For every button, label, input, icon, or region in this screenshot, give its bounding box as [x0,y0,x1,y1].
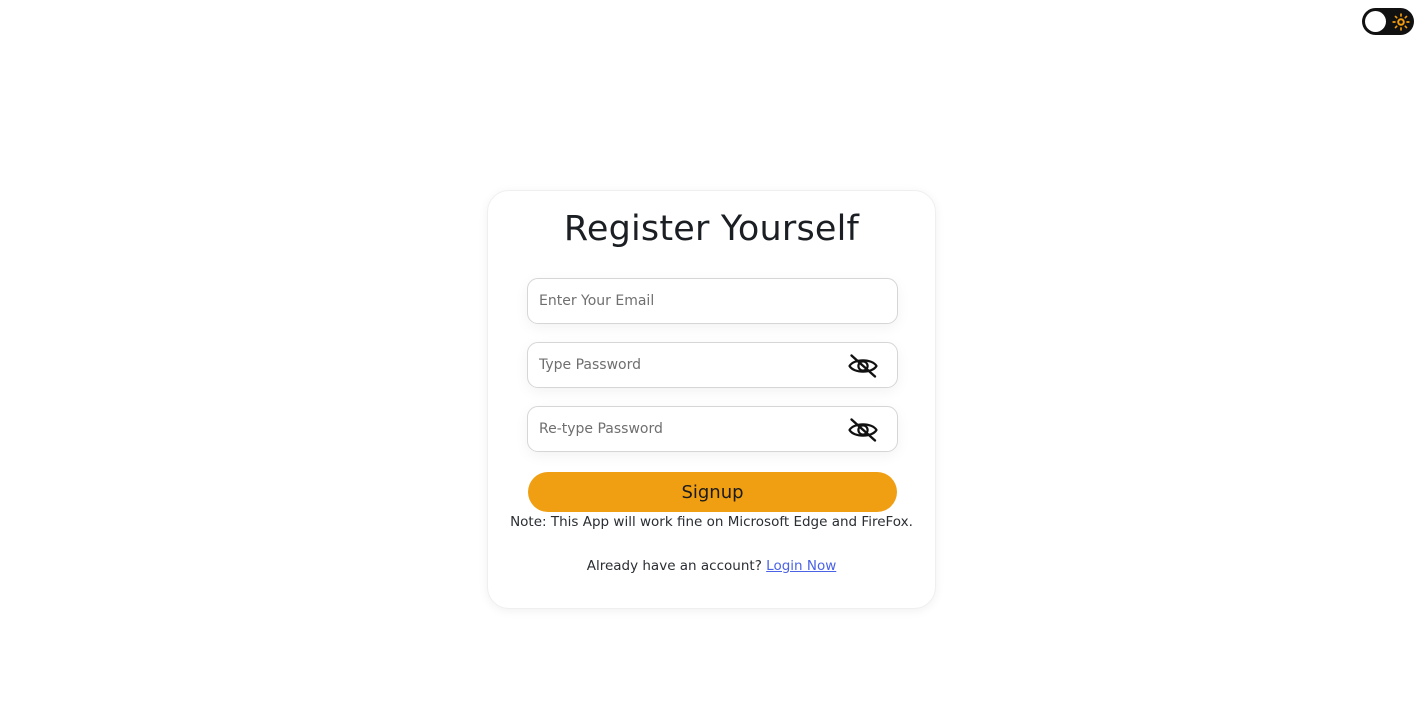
eye-off-icon[interactable] [847,352,879,380]
sun-icon [1390,11,1411,32]
toggle-knob [1365,11,1386,32]
email-field-wrapper [527,278,898,324]
account-prompt-text: Already have an account? [586,558,767,574]
browser-note: Note: This App will work fine on Microso… [510,514,913,530]
password-field[interactable] [528,343,897,387]
theme-toggle[interactable] [1362,8,1414,35]
eye-off-icon[interactable] [847,416,879,444]
retype-password-field[interactable] [528,407,897,451]
login-prompt: Already have an account? Login Now [488,558,935,574]
signup-button[interactable]: Signup [528,472,897,512]
login-link[interactable]: Login Now [766,558,836,574]
register-card: Register Yourself Signup Note: This App … [487,190,936,609]
email-field[interactable] [528,279,897,323]
password-field-wrapper [527,342,898,388]
page-title: Register Yourself [563,209,860,249]
retype-password-field-wrapper [527,406,898,452]
